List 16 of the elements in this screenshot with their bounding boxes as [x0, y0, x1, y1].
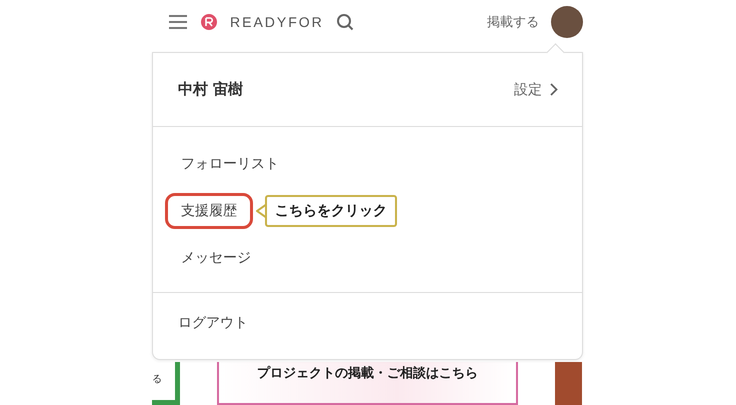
menu-item[interactable]: メッセージ — [165, 240, 267, 276]
banner-card[interactable]: プロジェクトの掲載・ご相談はこちら — [217, 362, 518, 405]
user-name: 中村 宙樹 — [178, 80, 244, 99]
logo-text[interactable]: READYFOR — [230, 14, 324, 30]
banner-text: る — [152, 373, 162, 386]
avatar[interactable] — [551, 6, 583, 38]
chevron-right-icon — [550, 83, 558, 96]
banner-title: プロジェクトの掲載・ご相談はこちら — [257, 364, 478, 383]
logout-item[interactable]: ログアウト — [153, 293, 582, 353]
post-project-link[interactable]: 掲載する — [487, 13, 539, 31]
search-icon[interactable] — [336, 13, 354, 31]
logo-icon — [200, 14, 218, 30]
menu-item[interactable]: 支援履歴 — [165, 193, 253, 229]
settings-link[interactable]: 設定 — [514, 80, 558, 98]
menu-icon[interactable] — [168, 14, 188, 30]
menu-item[interactable]: フォローリスト — [165, 146, 295, 182]
